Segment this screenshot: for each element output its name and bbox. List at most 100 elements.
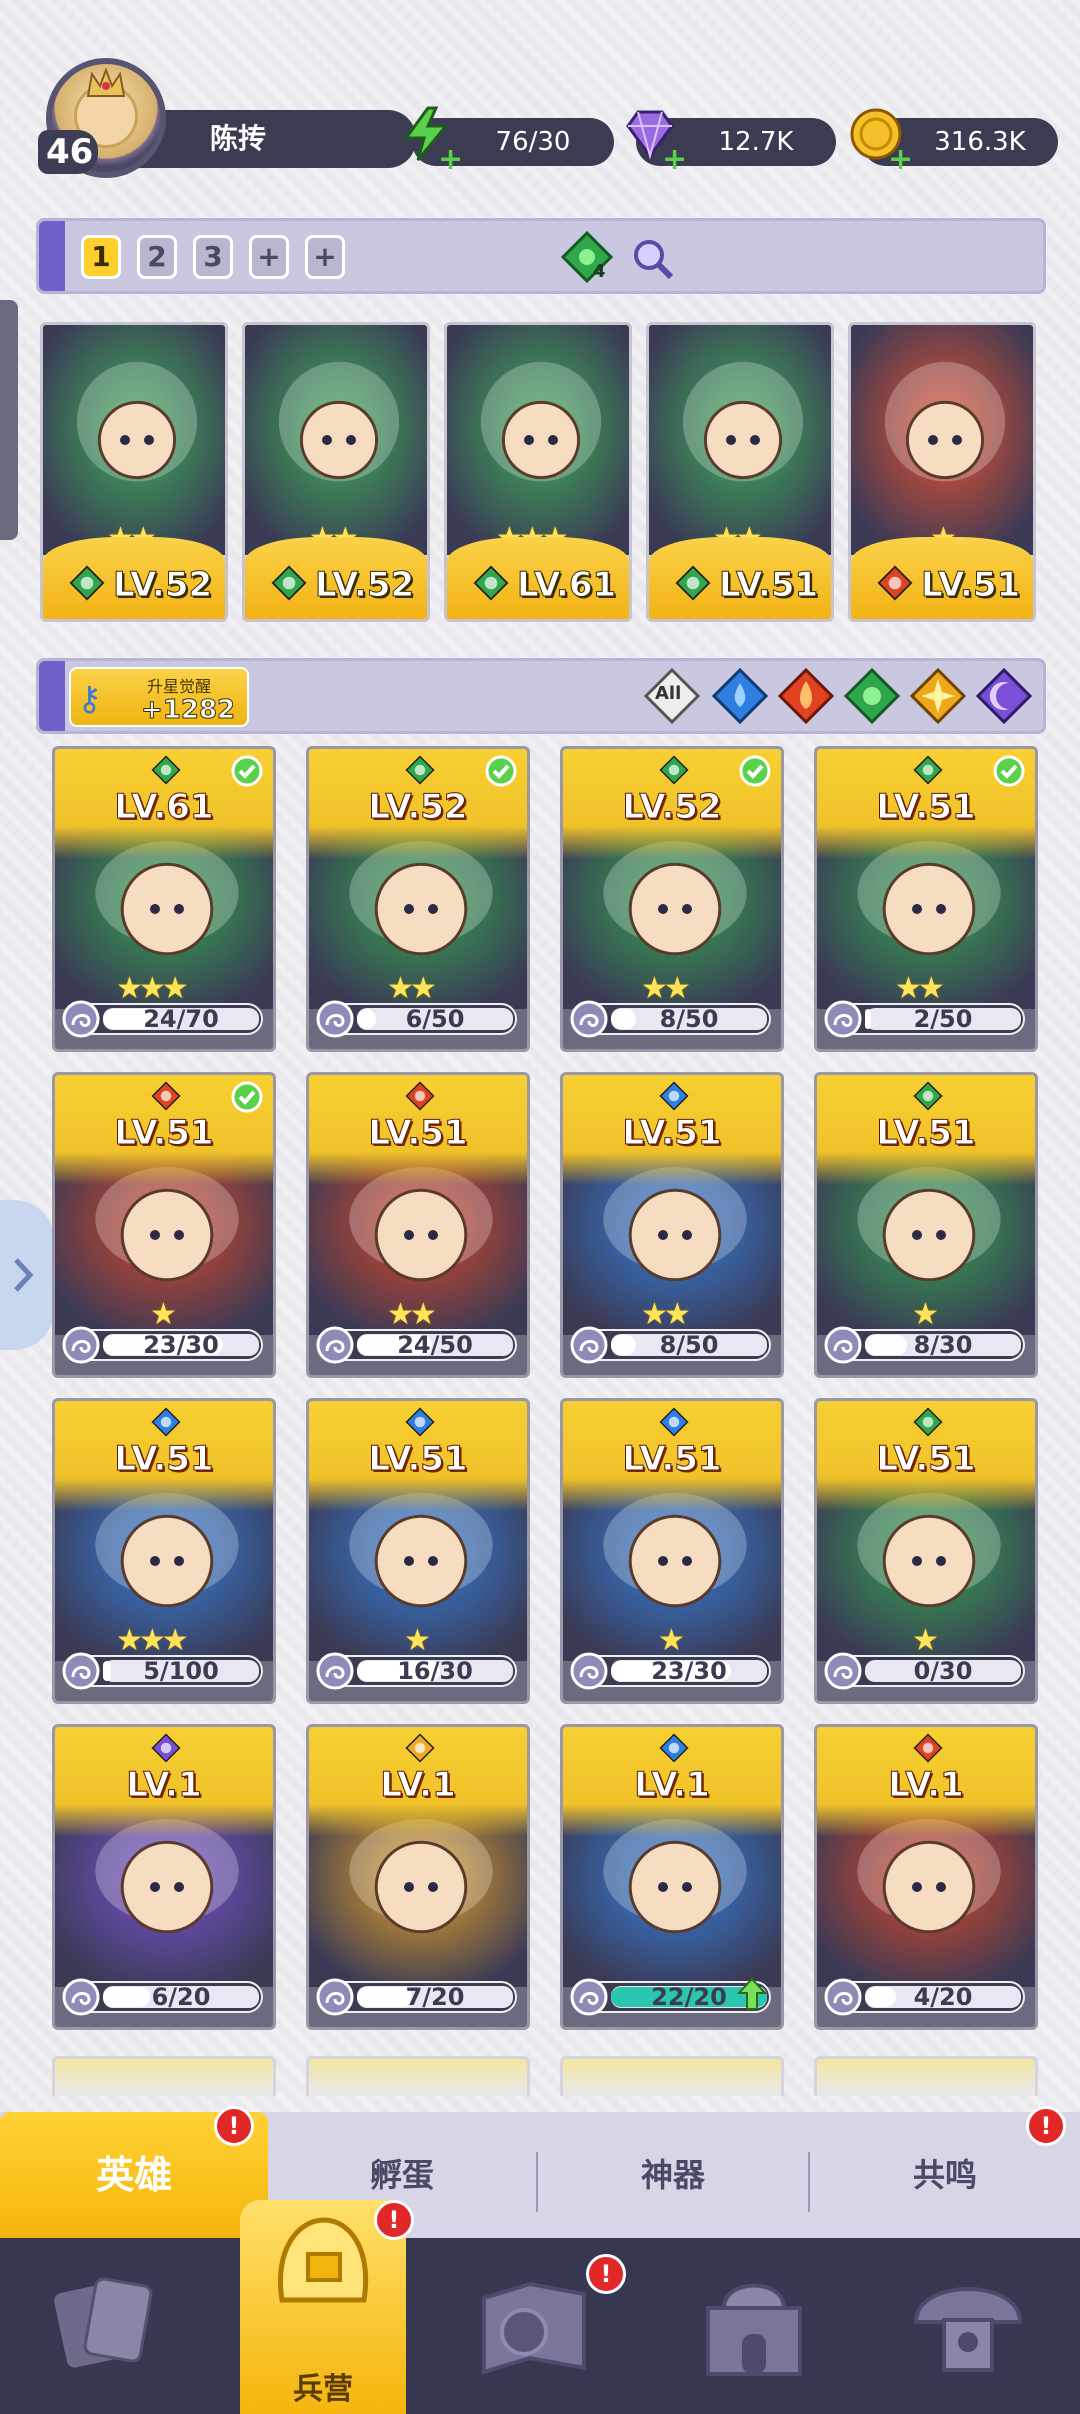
shard-progress-bar: 23/30 [570, 1652, 771, 1690]
shard-progress-text: 23/30 [143, 1331, 219, 1359]
shard-progress-bar: 16/30 [316, 1652, 517, 1690]
shard-progress-bar: 7/20 [316, 1978, 517, 2016]
check-icon [993, 755, 1025, 787]
add-gem-icon[interactable]: + [662, 136, 687, 184]
hero-stars: ★★★ [116, 1623, 189, 1658]
hero-level: LV.52 [622, 787, 722, 828]
player-profile[interactable]: 陈抟 46 [38, 58, 416, 182]
team-hero-card[interactable]: ★★LV.52 [40, 322, 228, 622]
player-name: 陈抟 [134, 110, 416, 168]
hero-card[interactable]: LV.51 ★★ 8/50 [560, 1072, 784, 1378]
hero-card[interactable]: LV.51 ★ 16/30 [306, 1398, 530, 1704]
nav-cards[interactable] [46, 2258, 166, 2388]
shard-progress-bar: 6/20 [62, 1978, 263, 2016]
hero-card[interactable]: LV.1 6/20 [52, 1724, 276, 2030]
awaken-value: +1282 [140, 695, 236, 726]
hero-card-partial[interactable] [814, 2056, 1038, 2096]
shard-progress-bar: 2/50 [824, 1000, 1025, 1038]
nature-element-icon [69, 565, 105, 601]
hero-stars: ★★ [387, 971, 437, 1006]
hero-card[interactable]: LV.51 ★ 23/30 [560, 1398, 784, 1704]
nav-barracks[interactable]: 兵营 ! [240, 2200, 414, 2414]
add-gold-icon[interactable]: + [888, 136, 913, 184]
shard-progress-text: 5/100 [143, 1657, 219, 1685]
team-hero-level-banner: LV.51 [649, 537, 831, 619]
hero-card[interactable]: LV.1 22/20 [560, 1724, 784, 2030]
tab-artifact[interactable]: 神器 [538, 2112, 808, 2238]
hero-card[interactable]: LV.52 ★★ 8/50 [560, 746, 784, 1052]
hero-stars: ★ [404, 1623, 431, 1658]
add-team-slot-button[interactable]: + [305, 235, 345, 279]
hero-stars: ★★★ [116, 971, 189, 1006]
hero-level: LV.61 [114, 787, 214, 828]
fire-element-icon [777, 667, 835, 725]
shard-progress-bar: 24/70 [62, 1000, 263, 1038]
gold-value: 316.3K [934, 127, 1026, 157]
hero-card[interactable]: LV.51 ★ 0/30 [814, 1398, 1038, 1704]
hero-card[interactable]: LV.52 ★★ 6/50 [306, 746, 530, 1052]
nature-element-icon [675, 565, 711, 601]
hero-card[interactable]: LV.61 ★★★ 24/70 [52, 746, 276, 1052]
team-hero-card[interactable]: ★★★LV.61 [444, 322, 632, 622]
hero-card[interactable]: LV.51 ★ 23/30 [52, 1072, 276, 1378]
nature-element-icon [271, 565, 307, 601]
hero-card[interactable]: LV.51 ★ 8/30 [814, 1072, 1038, 1378]
star-awaken-button[interactable]: ⚷ 升星觉醒 +1282 [69, 667, 249, 727]
filter-dark-button[interactable] [975, 667, 1033, 725]
hero-stars: ★ [912, 1297, 939, 1332]
hero-shard-icon [824, 1978, 862, 2016]
hero-shard-icon [570, 1000, 608, 1038]
nature-element-icon [151, 755, 181, 785]
shard-progress-bar: 8/50 [570, 1326, 771, 1364]
hero-shard-icon [62, 1978, 100, 2016]
magnifier-icon[interactable] [629, 235, 675, 281]
team-hero-card[interactable]: ★★LV.51 [646, 322, 834, 622]
filter-all-button[interactable]: All [643, 667, 701, 725]
hero-card[interactable]: LV.1 7/20 [306, 1724, 530, 2030]
nav-guild[interactable] [908, 2258, 1028, 2388]
gold-counter[interactable]: + 316.3K [850, 108, 1058, 177]
team-hero-level: LV.51 [920, 565, 1021, 606]
filter-nature-button[interactable] [843, 667, 901, 725]
filter-water-button[interactable] [711, 667, 769, 725]
shard-progress-text: 8/30 [913, 1331, 973, 1359]
tab-resonance-alert-badge: ! [1026, 2106, 1066, 2146]
hero-level: LV.52 [368, 787, 468, 828]
team-hero-level: LV.52 [112, 565, 213, 606]
energy-counter[interactable]: + 76/30 [403, 106, 614, 177]
hero-card-partial[interactable] [306, 2056, 530, 2096]
filter-fire-button[interactable] [777, 667, 835, 725]
team-gem-indicator[interactable]: 4 [559, 229, 615, 285]
team-hero-card[interactable]: ★★LV.52 [242, 322, 430, 622]
expand-side-panel-button[interactable] [0, 1200, 54, 1350]
add-team-slot-button[interactable]: + [249, 235, 289, 279]
nav-castle[interactable] [694, 2258, 814, 2388]
hero-shard-icon [62, 1326, 100, 1364]
team-hero-level-banner: LV.52 [43, 537, 225, 619]
player-level-badge: 46 [38, 130, 98, 174]
hero-card-partial[interactable] [52, 2056, 276, 2096]
filter-light-button[interactable] [909, 667, 967, 725]
check-icon [231, 755, 263, 787]
hero-stars: ★★ [641, 1297, 691, 1332]
add-energy-icon[interactable]: + [438, 136, 463, 184]
barracks-helmet-icon [278, 2217, 369, 2303]
hero-level: LV.1 [126, 1765, 203, 1806]
team-hero-card[interactable]: ★LV.51 [848, 322, 1036, 622]
water-element-icon [659, 1733, 689, 1763]
hero-stars: ★ [150, 1297, 177, 1332]
team-slot-3[interactable]: 3 [193, 235, 233, 279]
shard-progress-text: 16/30 [397, 1657, 473, 1685]
nav-map[interactable]: ! [474, 2254, 626, 2388]
team-slot-2[interactable]: 2 [137, 235, 177, 279]
team-slot-1[interactable]: 1 [81, 235, 121, 279]
shard-progress-text: 8/50 [659, 1005, 719, 1033]
hero-card[interactable]: LV.51 ★★ 24/50 [306, 1072, 530, 1378]
hero-card-partial[interactable] [560, 2056, 784, 2096]
hero-level: LV.1 [380, 1765, 457, 1806]
water-element-icon [659, 1407, 689, 1437]
hero-card[interactable]: LV.1 4/20 [814, 1724, 1038, 2030]
hero-card[interactable]: LV.51 ★★ 2/50 [814, 746, 1038, 1052]
gem-counter[interactable]: + 12.7K [626, 110, 836, 177]
hero-card[interactable]: LV.51 ★★★ 5/100 [52, 1398, 276, 1704]
